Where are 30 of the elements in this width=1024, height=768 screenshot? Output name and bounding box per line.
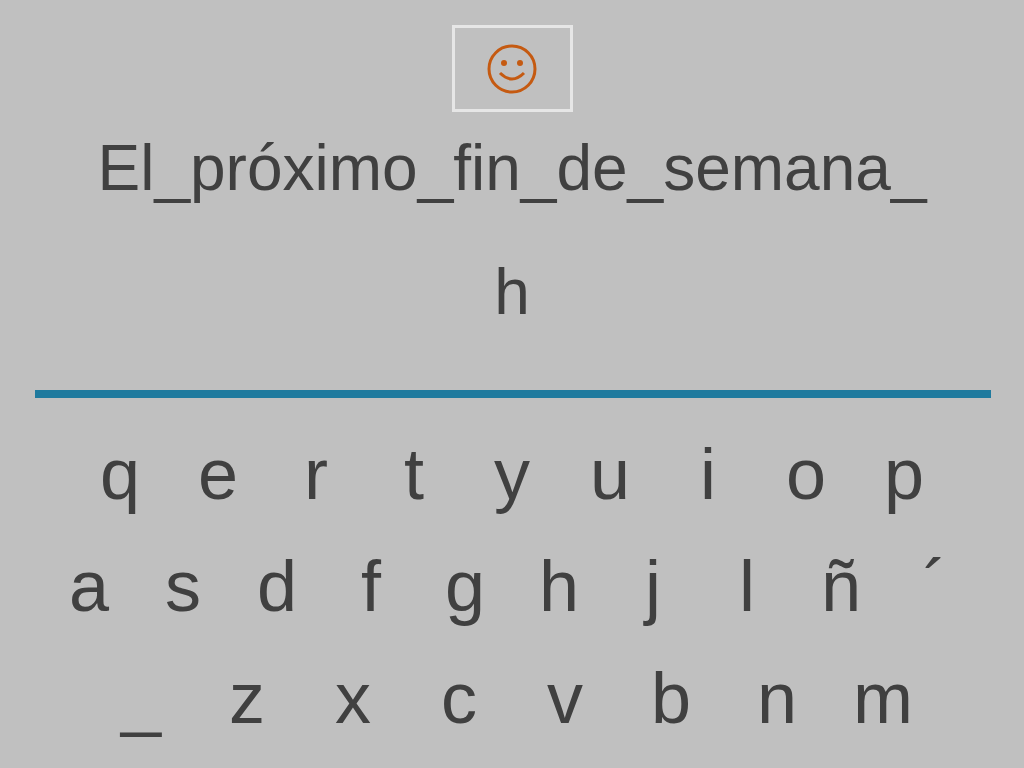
key-button[interactable]: q xyxy=(71,432,169,516)
key-button[interactable]: ´ xyxy=(888,544,982,628)
key-button[interactable]: v xyxy=(512,656,618,740)
key-button[interactable]: p xyxy=(855,432,953,516)
key-button[interactable]: _ xyxy=(88,656,194,740)
key-button[interactable]: s xyxy=(136,544,230,628)
key-button[interactable]: f xyxy=(324,544,418,628)
answer-text: h xyxy=(494,255,530,330)
key-button[interactable]: u xyxy=(561,432,659,516)
key-button[interactable]: i xyxy=(659,432,757,516)
key-button[interactable]: n xyxy=(724,656,830,740)
key-button[interactable]: g xyxy=(418,544,512,628)
key-button[interactable]: h xyxy=(512,544,606,628)
key-button[interactable]: j xyxy=(606,544,700,628)
key-button[interactable]: l xyxy=(700,544,794,628)
key-button[interactable]: b xyxy=(618,656,724,740)
smiley-icon xyxy=(486,42,538,95)
key-button[interactable]: o xyxy=(757,432,855,516)
key-button[interactable]: a xyxy=(42,544,136,628)
key-button[interactable]: y xyxy=(463,432,561,516)
key-button[interactable]: m xyxy=(830,656,936,740)
key-button[interactable]: e xyxy=(169,432,267,516)
sentence-text: El_próximo_fin_de_semana_ xyxy=(97,131,927,206)
key-button[interactable]: d xyxy=(230,544,324,628)
key-button[interactable]: x xyxy=(300,656,406,740)
key-button[interactable]: c xyxy=(406,656,512,740)
key-button[interactable]: r xyxy=(267,432,365,516)
key-button[interactable]: t xyxy=(365,432,463,516)
key-button[interactable]: ñ xyxy=(794,544,888,628)
key-button[interactable]: z xyxy=(194,656,300,740)
